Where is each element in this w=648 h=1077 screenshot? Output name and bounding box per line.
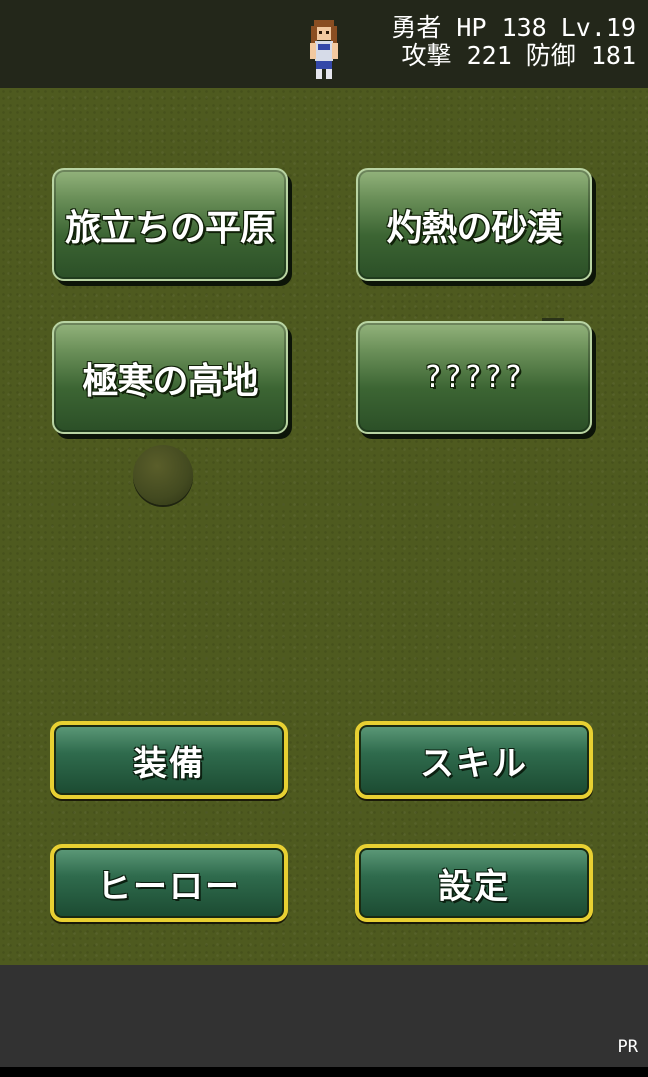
equipment-button[interactable]: 装備: [50, 721, 288, 799]
hero-label: ヒーロー: [97, 866, 241, 907]
area-button-highlands[interactable]: 極寒の高地: [52, 321, 288, 434]
area-button-locked[interactable]: ?????: [356, 321, 592, 434]
hero-name: 勇者: [391, 13, 442, 42]
ad-banner[interactable]: PR: [0, 965, 648, 1067]
area-label-highlands: 極寒の高地: [82, 360, 258, 402]
hero-sprite-icon: [310, 20, 338, 79]
settings-button[interactable]: 設定: [355, 844, 593, 922]
equipment-label: 装備: [133, 743, 205, 784]
level-label: Lv.: [560, 13, 606, 42]
hero-button[interactable]: ヒーロー: [50, 844, 288, 922]
status-bar: 勇者 HP 138 Lv.19 攻撃 221 防御 181: [0, 0, 648, 88]
area-label-plains: 旅立ちの平原: [64, 207, 276, 249]
status-line-attack-defense: 攻撃 221 防御 181: [402, 42, 636, 70]
area-label-locked: ?????: [423, 360, 525, 395]
attack-value: 221: [466, 41, 512, 70]
area-button-desert[interactable]: 灼熱の砂漠: [356, 168, 592, 281]
skill-button[interactable]: スキル: [355, 721, 593, 799]
skill-label: スキル: [420, 743, 528, 784]
hp-label: HP: [456, 13, 487, 42]
attack-label: 攻撃: [401, 41, 452, 70]
hp-value: 138: [501, 13, 547, 42]
area-button-plains[interactable]: 旅立ちの平原: [52, 168, 288, 281]
bottom-strip: [0, 1067, 648, 1077]
area-label-desert: 灼熱の砂漠: [386, 207, 562, 249]
level-value: 19: [605, 13, 636, 42]
defense-label: 防御: [525, 41, 576, 70]
bush-decoration: [133, 445, 193, 505]
defense-value: 181: [590, 41, 636, 70]
settings-label: 設定: [438, 866, 510, 907]
pr-label: PR: [617, 1037, 638, 1057]
status-line-hp-level: 勇者 HP 138 Lv.19: [391, 14, 636, 42]
